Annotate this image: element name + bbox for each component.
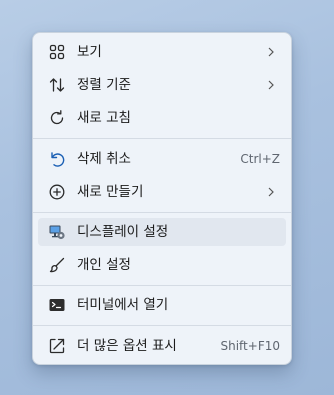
menu-separator [33,212,291,213]
menu-item-label: 삭제 취소 [77,151,131,167]
menu-item-label: 새로 고침 [77,110,131,126]
menu-item-open-in-terminal[interactable]: 터미널에서 열기 [38,291,286,319]
menu-item-label: 더 많은 옵션 표시 [77,338,177,354]
menu-item-label: 디스플레이 설정 [77,224,169,240]
undo-icon [48,150,66,168]
menu-item-personalize[interactable]: 개인 설정 [38,251,286,279]
paintbrush-icon [48,256,66,274]
menu-item-sort-by[interactable]: 정렬 기준 [38,71,286,99]
refresh-icon [48,109,66,127]
menu-separator [33,138,291,139]
chevron-right-icon [264,185,278,199]
display-settings-icon [48,223,66,241]
menu-item-new[interactable]: 새로 만들기 [38,178,286,206]
shortcut-hint: Shift+F10 [220,339,280,353]
menu-item-label: 보기 [77,44,102,60]
chevron-right-icon [264,45,278,59]
menu-separator [33,285,291,286]
menu-item-undo-delete[interactable]: 삭제 취소 Ctrl+Z [38,145,286,173]
menu-item-show-more-options[interactable]: 더 많은 옵션 표시 Shift+F10 [38,332,286,360]
menu-item-label: 정렬 기준 [77,77,131,93]
menu-item-label: 개인 설정 [77,257,131,273]
menu-item-view[interactable]: 보기 [38,38,286,66]
menu-separator [33,325,291,326]
desktop-context-menu: 보기 정렬 기준 새로 고침 삭제 취소 Ctrl+Z 새로 만들기 디스플레이… [32,32,292,365]
shortcut-hint: Ctrl+Z [240,152,280,166]
expand-icon [48,337,66,355]
chevron-right-icon [264,78,278,92]
menu-item-label: 새로 만들기 [77,184,144,200]
menu-item-display-settings[interactable]: 디스플레이 설정 [38,218,286,246]
menu-item-label: 터미널에서 열기 [77,297,169,313]
add-circle-icon [48,183,66,201]
sort-arrows-icon [48,76,66,94]
menu-item-refresh[interactable]: 새로 고침 [38,104,286,132]
terminal-icon [48,296,66,314]
grid-view-icon [48,43,66,61]
